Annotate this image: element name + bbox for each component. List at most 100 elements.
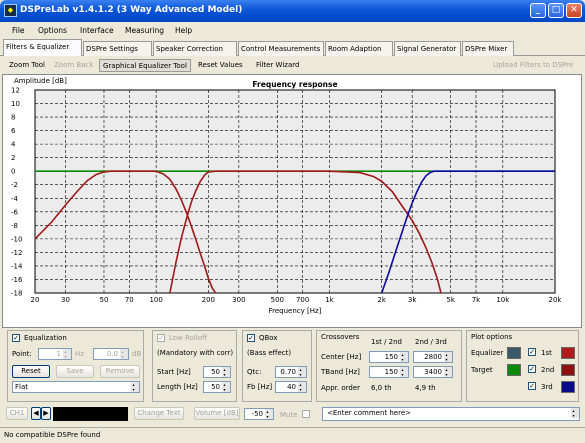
equalizer-label: Equalizer (471, 349, 504, 357)
second-label: 2nd (541, 366, 555, 374)
second-color-swatch[interactable] (561, 364, 575, 376)
center-label: Center [Hz] (321, 353, 362, 361)
third-checkbox[interactable]: ✓ (528, 382, 536, 390)
x-tick-label: 500 (271, 296, 284, 304)
equalization-label: Equalization (24, 334, 67, 342)
tband2-spinner[interactable]: 3400 (413, 366, 453, 378)
second-checkbox[interactable]: ✓ (528, 365, 536, 373)
length-spinner[interactable]: 50 (203, 381, 231, 393)
reset-values-button[interactable]: Reset Values (195, 59, 246, 72)
graphical-equalizer-tool-button[interactable]: Graphical Equalizer Tool (99, 59, 191, 72)
zoom-back-button[interactable]: Zoom Back (51, 59, 96, 72)
y-tick-label: 2 (11, 154, 15, 162)
status-bar: No compatible DSPre found (0, 427, 585, 443)
menu-options[interactable]: Options (38, 26, 67, 35)
tab-dspre-settings[interactable]: DSPre Settings (83, 41, 152, 56)
frequency-response-plot[interactable]: 20 30 50 70 100 200 300 500 700 1k 2k 3k 5k 7k 10k 20k 1… (2, 74, 582, 328)
x-tick-label: 20 (31, 296, 40, 304)
menu-file[interactable]: File (12, 26, 25, 35)
y-tick-label: -2 (11, 181, 18, 189)
col2-header: 2nd / 3rd (415, 338, 447, 346)
fb-spinner[interactable]: 40 (275, 381, 307, 393)
menu-measuring[interactable]: Measuring (125, 26, 164, 35)
y-tick-label: -4 (11, 195, 19, 203)
eq-remove-button[interactable]: Remove (100, 365, 140, 378)
crossovers-group: Crossovers 1st / 2nd 2nd / 3rd Center [H… (316, 330, 462, 402)
y-tick-label: -18 (11, 290, 22, 298)
x-axis-label: Frequency [Hz] (269, 307, 322, 315)
chart-title: Frequency response (252, 80, 337, 89)
gain-spinner[interactable]: 0.0 (93, 348, 129, 360)
x-tick-label: 5k (446, 296, 455, 304)
change-text-button[interactable]: Change Text (134, 407, 184, 420)
third-color-swatch[interactable] (561, 381, 575, 393)
gain-db-unit: dB (132, 350, 142, 358)
eq-preset-select[interactable]: Flat (12, 381, 140, 393)
tab-room-adaption[interactable]: Room Adaption (325, 41, 393, 56)
menu-interface[interactable]: Interface (80, 26, 114, 35)
col1-header: 1st / 2nd (371, 338, 402, 346)
center2-spinner[interactable]: 2800 (413, 351, 453, 363)
minimize-button[interactable]: _ (530, 3, 546, 18)
x-tick-label: 700 (296, 296, 309, 304)
point-hz-unit: Hz (75, 350, 84, 358)
zoom-tool-button[interactable]: Zoom Tool (6, 59, 48, 72)
channel-next-icon[interactable]: ▶ (41, 407, 51, 420)
equalization-checkbox[interactable]: ✓ (12, 334, 20, 342)
status-text: No compatible DSPre found (4, 431, 101, 439)
y-tick-label: -8 (11, 222, 18, 230)
tab-dspre-mixer[interactable]: DSPre Mixer (462, 41, 514, 56)
start-spinner[interactable]: 50 (203, 366, 231, 378)
qbox-label: QBox (259, 334, 278, 342)
tab-filters-equalizer[interactable]: Filters & Equalizer (3, 39, 82, 56)
maximize-button[interactable]: □ (548, 3, 564, 18)
low-rolloff-label: Low Rolloff (169, 334, 207, 342)
mute-checkbox[interactable] (302, 410, 310, 418)
y-tick-label: -16 (11, 276, 23, 284)
volume-button[interactable]: Volume [dB] (194, 407, 240, 420)
y-tick-label: -14 (11, 262, 23, 270)
eq-reset-button[interactable]: Reset (12, 365, 50, 378)
channel-display (53, 407, 128, 421)
tband1-spinner[interactable]: 150 (369, 366, 409, 378)
first-color-swatch[interactable] (561, 347, 575, 359)
center1-spinner[interactable]: 150 (369, 351, 409, 363)
upload-filters-button[interactable]: Upload Filters to DSPre (490, 59, 576, 72)
eq-save-button[interactable]: Save (56, 365, 94, 378)
tab-signal-generator[interactable]: Signal Generator (394, 41, 461, 56)
control-panels: ✓ Equalization Point: 1 Hz 0.0 dB Reset … (2, 330, 582, 403)
y-tick-label: -10 (11, 235, 22, 243)
channel-prev-icon[interactable]: ◀ (31, 407, 41, 420)
x-tick-label: 1k (325, 296, 334, 304)
plot-options-group: Plot options Equalizer Target ✓ 1st ✓ 2n… (466, 330, 579, 402)
qtc-label: Qtc: (247, 368, 262, 376)
tband-label: TBand [Hz] (321, 368, 360, 376)
order1-value: 6,0 th (371, 384, 392, 392)
x-tick-label: 7k (472, 296, 481, 304)
y-tick-label: 6 (11, 127, 16, 135)
tab-control-measurements[interactable]: Control Measurements (238, 41, 324, 56)
point-label: Point: (12, 350, 32, 358)
x-tick-label: 100 (149, 296, 162, 304)
menu-help[interactable]: Help (175, 26, 192, 35)
target-color-swatch[interactable] (507, 364, 521, 376)
equalization-group: ✓ Equalization Point: 1 Hz 0.0 dB Reset … (7, 330, 144, 402)
point-spinner[interactable]: 1 (38, 348, 72, 360)
window-title: DSPreLab v1.4.1.2 (3 Way Advanced Model) (20, 5, 243, 15)
tab-speaker-correction[interactable]: Speaker Correction (153, 41, 237, 56)
close-button[interactable]: ✕ (566, 3, 582, 18)
channel-button[interactable]: CH1 (6, 407, 28, 420)
length-label: Length [Hz] (157, 383, 198, 391)
x-tick-label: 30 (61, 296, 70, 304)
qtc-spinner[interactable]: 0.70 (275, 366, 307, 378)
comment-input[interactable]: <Enter comment here> (322, 407, 580, 421)
first-checkbox[interactable]: ✓ (528, 348, 536, 356)
equalizer-color-swatch[interactable] (507, 347, 521, 359)
x-tick-label: 200 (202, 296, 215, 304)
qbox-checkbox[interactable]: ✓ (247, 334, 255, 342)
filter-wizard-button[interactable]: Filter Wizard (253, 59, 302, 72)
y-tick-label: 8 (11, 114, 15, 122)
volume-spinner[interactable]: -50 (244, 408, 274, 420)
order2-value: 4,9 th (415, 384, 436, 392)
low-rolloff-checkbox[interactable]: ✓ (157, 334, 165, 342)
